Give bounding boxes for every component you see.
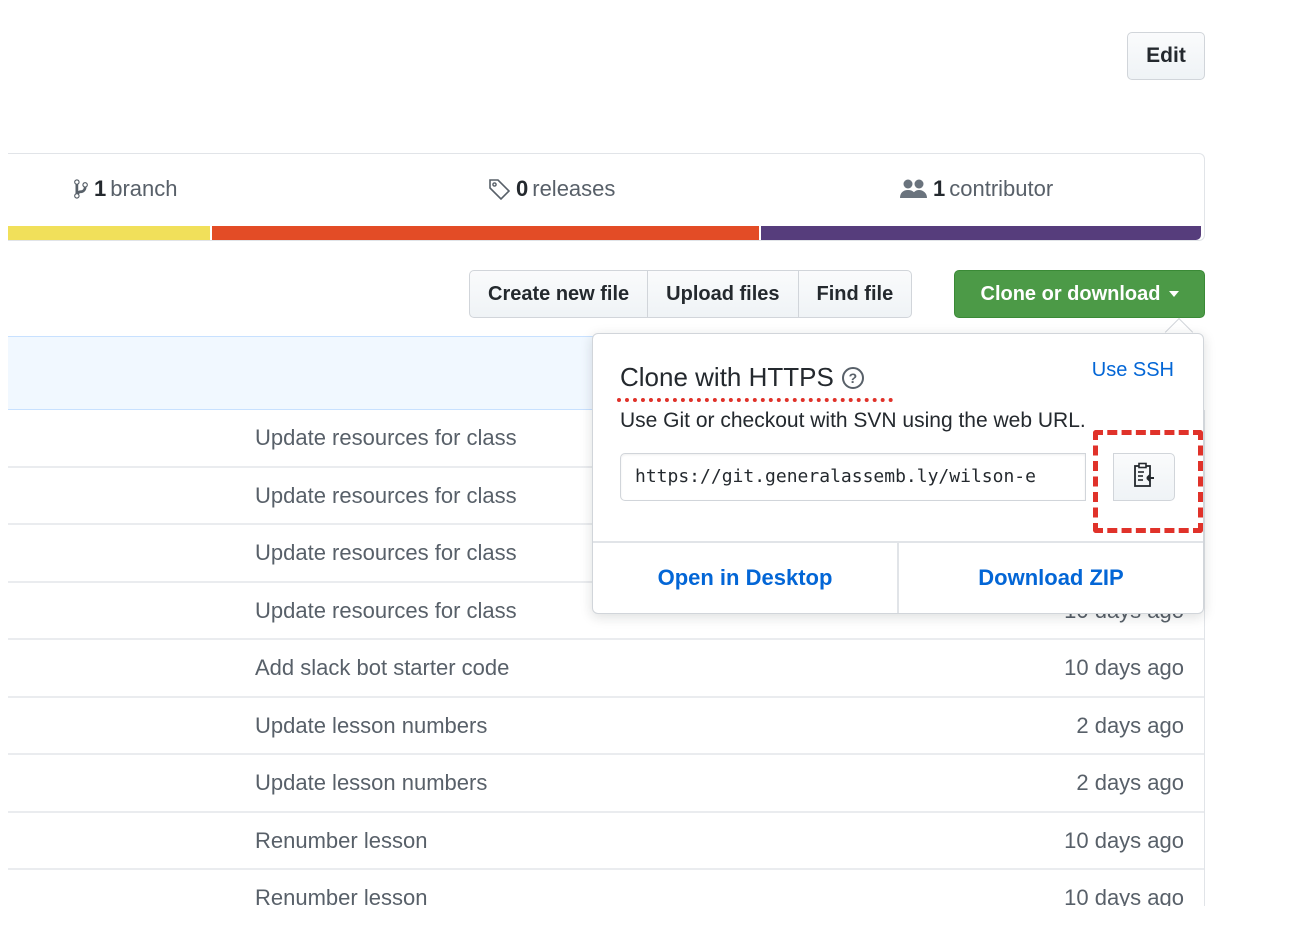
commit-age: 10 days ago [1064, 885, 1184, 906]
releases-link[interactable]: 0 releases [488, 176, 615, 202]
commit-age: 10 days ago [1064, 827, 1184, 853]
clone-or-download-label: Clone or download [980, 282, 1161, 305]
clone-title: Clone with HTTPS ? [620, 362, 864, 393]
commit-message-link[interactable]: Add slack bot starter code [255, 655, 509, 681]
file-row: Renumber lesson 10 days ago [8, 813, 1204, 870]
file-row: Update lesson numbers 2 days ago [8, 755, 1204, 813]
edit-button[interactable]: Edit [1127, 32, 1205, 80]
commit-message-link[interactable]: Update resources for class [255, 598, 517, 624]
commit-age: 2 days ago [1076, 712, 1184, 738]
branches-label: branch [110, 176, 178, 201]
find-file-button[interactable]: Find file [798, 270, 913, 318]
upload-files-button[interactable]: Upload files [648, 270, 799, 318]
commit-message-link[interactable]: Renumber lesson [255, 885, 427, 906]
language-bar-segment[interactable] [761, 226, 1201, 240]
use-ssh-link[interactable]: Use SSH [1092, 359, 1174, 382]
commit-message-link[interactable]: Update resources for class [255, 425, 517, 451]
tag-icon [488, 178, 512, 200]
commit-message-link[interactable]: Update lesson numbers [255, 713, 487, 739]
file-actions: Create new file Upload files Find file [469, 270, 913, 318]
latest-commit-bar [8, 336, 608, 410]
git-branch-icon [72, 178, 90, 200]
clone-or-download-button[interactable]: Clone or download [954, 270, 1205, 318]
question-circle-icon[interactable]: ? [841, 366, 864, 389]
file-row: Renumber lesson 10 days ago [8, 870, 1204, 906]
clone-description: Use Git or checkout with SVN using the w… [620, 409, 1086, 432]
contributors-count: 1 [933, 176, 946, 201]
language-bar-segment[interactable] [212, 226, 762, 240]
open-in-desktop-button[interactable]: Open in Desktop [593, 543, 897, 613]
branches-count: 1 [94, 176, 107, 201]
annotation-underline [617, 398, 893, 402]
clone-title-text: Clone with HTTPS [620, 362, 834, 392]
file-row: Add slack bot starter code 10 days ago [8, 640, 1204, 698]
create-new-file-button[interactable]: Create new file [469, 270, 649, 318]
clone-url-input[interactable]: https://git.generalassemb.ly/wilson-e [620, 453, 1086, 501]
chevron-down-icon [1168, 291, 1179, 297]
clone-popover-footer: Open in Desktop Download ZIP [593, 541, 1203, 613]
commit-message-link[interactable]: Renumber lesson [255, 828, 427, 854]
commit-message-link[interactable]: Update lesson numbers [255, 770, 487, 796]
releases-count: 0 [516, 176, 529, 201]
language-bar-segment[interactable] [8, 226, 213, 240]
commit-message-link[interactable]: Update resources for class [255, 540, 517, 566]
contributors-link[interactable]: 1 contributor [899, 176, 1053, 202]
commit-message-link[interactable]: Update resources for class [255, 483, 517, 509]
language-bar[interactable] [8, 226, 1201, 240]
people-icon [899, 178, 929, 200]
contributors-label: contributor [949, 176, 1054, 201]
releases-label: releases [532, 176, 616, 201]
download-zip-button[interactable]: Download ZIP [897, 543, 1203, 613]
commit-age: 10 days ago [1064, 655, 1184, 680]
file-row: Update lesson numbers 2 days ago [8, 698, 1204, 755]
repo-summary: 1 branch 0 releases 1 contributor [8, 153, 1205, 241]
branches-link[interactable]: 1 branch [72, 176, 178, 202]
commit-age: 2 days ago [1076, 770, 1184, 795]
annotation-highlight-box [1093, 430, 1203, 533]
